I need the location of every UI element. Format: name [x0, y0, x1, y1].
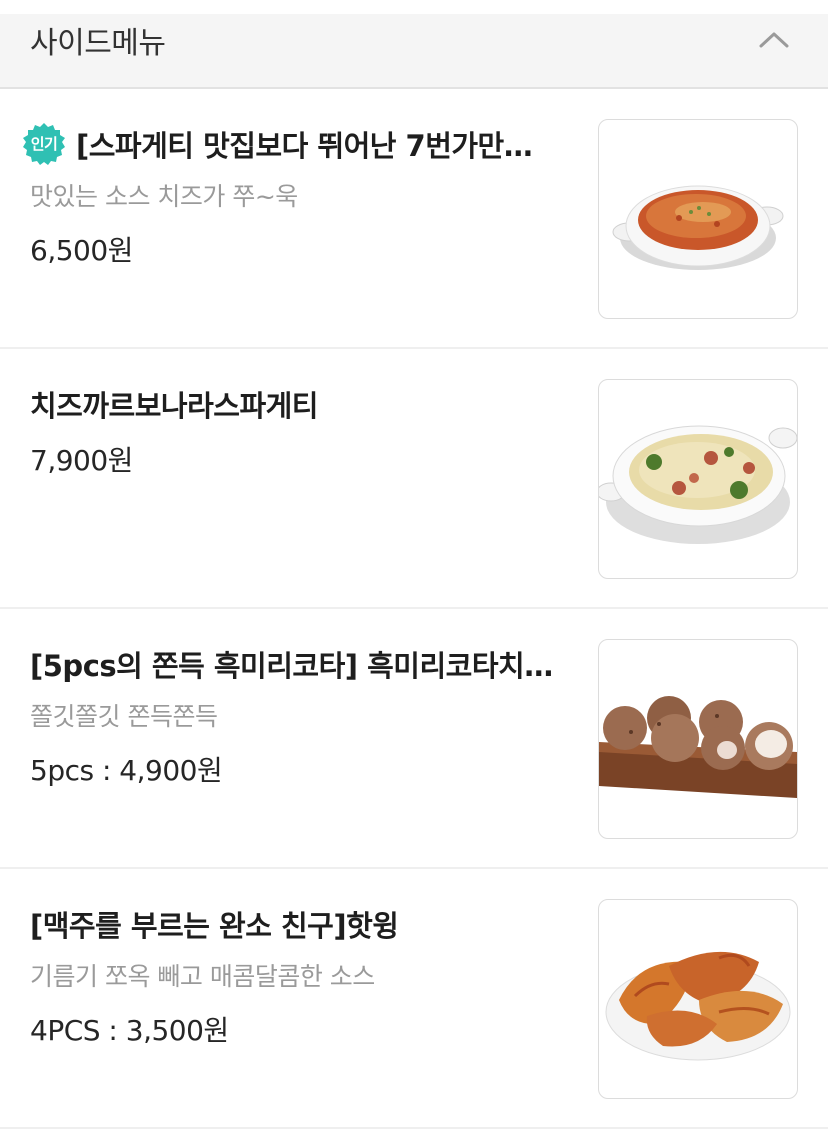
item-description: 맛있는 소스 치즈가 쭈~욱 — [30, 182, 298, 211]
item-text: [맥주를 부르는 완소 친구]핫윙 기름기 쪼옥 빼고 매콤달콤한 소스 4PC… — [30, 901, 562, 1049]
popular-badge-label: 인기 — [30, 135, 58, 153]
item-description: 쫄깃쫄깃 쫀득쫀득 — [30, 702, 218, 731]
menu-item-baked-spaghetti[interactable]: 인기 [스파게티 맛집보다 뛰어난 7번가만… 맛있는 소스 치즈가 쭈~욱 6… — [0, 89, 828, 349]
item-name-row: 치즈까르보나라스파게티 — [30, 381, 562, 427]
item-price: 7,900원 — [30, 444, 133, 477]
popular-badge: 인기 — [22, 122, 66, 166]
item-text: 인기 [스파게티 맛집보다 뛰어난 7번가만… 맛있는 소스 치즈가 쭈~욱 6… — [23, 121, 562, 269]
item-name-row: [5pcs의 쫀득 흑미리코타] 흑미리코타치… — [30, 641, 562, 687]
top-strip — [0, 0, 828, 14]
section-title: 사이드메뉴 — [30, 26, 166, 61]
menu-item-black-rice-ricotta[interactable]: [5pcs의 쫀득 흑미리코타] 흑미리코타치… 쫄깃쫄깃 쫀득쫀득 5pcs … — [0, 609, 828, 869]
menu-item-hot-wings[interactable]: [맥주를 부르는 완소 친구]핫윙 기름기 쪼옥 빼고 매콤달콤한 소스 4PC… — [0, 869, 828, 1129]
menu-item-cheese-carbonara[interactable]: 치즈까르보나라스파게티 7,900원 — [0, 349, 828, 609]
item-description: 기름기 쪼옥 빼고 매콤달콤한 소스 — [30, 962, 375, 991]
side-menu-section-header[interactable]: 사이드메뉴 — [0, 14, 828, 89]
item-text: [5pcs의 쫀득 흑미리코타] 흑미리코타치… 쫄깃쫄깃 쫀득쫀득 5pcs … — [30, 641, 562, 789]
baked-spaghetti-dish-image[interactable] — [598, 119, 798, 319]
item-price: 6,500원 — [30, 234, 133, 267]
item-price: 4PCS : 3,500원 — [30, 1014, 229, 1047]
item-name: [맥주를 부르는 완소 친구]핫윙 — [30, 909, 399, 943]
cheese-carbonara-dish-image[interactable] — [598, 379, 798, 579]
black-rice-ricotta-balls-image[interactable] — [598, 639, 798, 839]
item-name-row: [맥주를 부르는 완소 친구]핫윙 — [30, 901, 562, 947]
item-price: 5pcs : 4,900원 — [30, 754, 223, 787]
item-name-row: 인기 [스파게티 맛집보다 뛰어난 7번가만… — [23, 121, 562, 167]
item-name: [스파게티 맛집보다 뛰어난 7번가만… — [76, 129, 533, 163]
item-name: 치즈까르보나라스파게티 — [30, 389, 318, 423]
hot-wings-plate-image[interactable] — [598, 899, 798, 1099]
item-name: [5pcs의 쫀득 흑미리코타] 흑미리코타치… — [30, 649, 553, 683]
item-text: 치즈까르보나라스파게티 7,900원 — [30, 381, 562, 479]
chevron-up-icon[interactable] — [758, 24, 790, 56]
